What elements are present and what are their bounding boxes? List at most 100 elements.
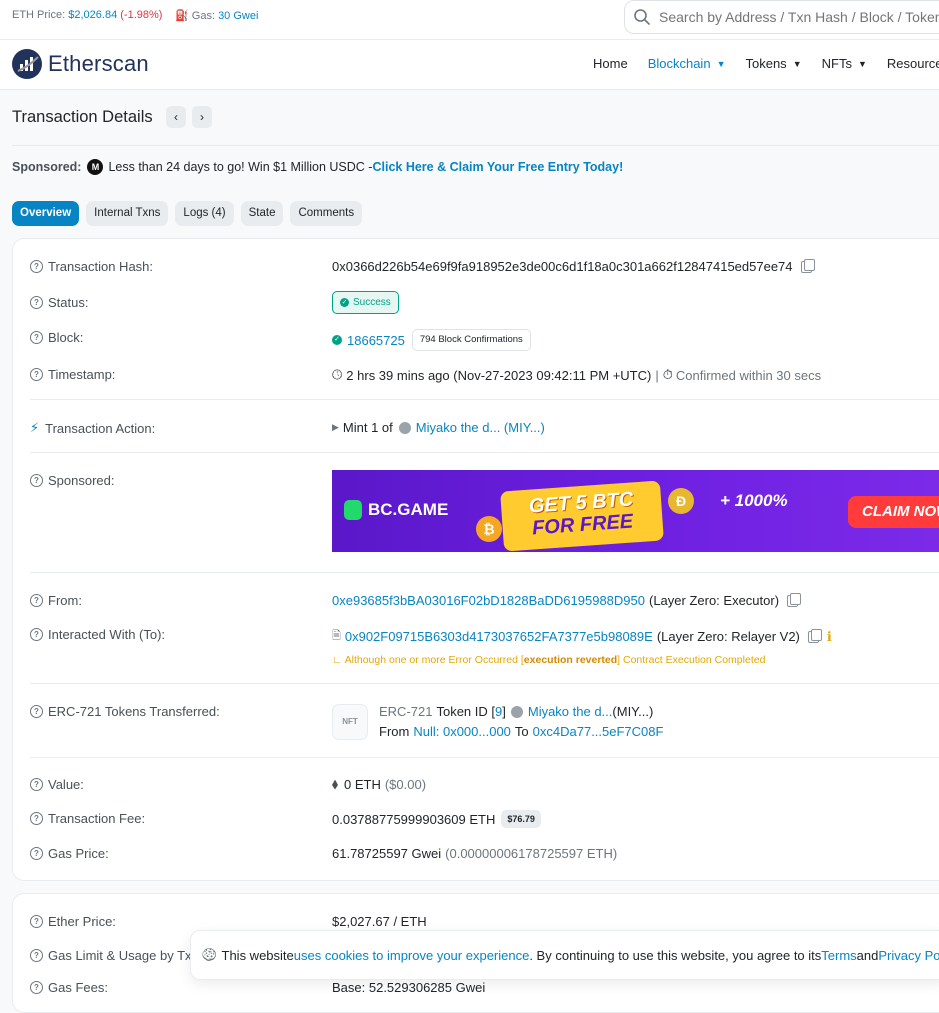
timestamp-confirmed: Confirmed within 30 secs bbox=[675, 367, 822, 383]
sponsored-text: Less than 24 days to go! Win $1 Million … bbox=[108, 160, 373, 174]
erc721-to-label: To bbox=[514, 724, 529, 739]
timestamp-label: ? Timestamp: bbox=[30, 367, 115, 382]
check-circle-icon: ✓ bbox=[332, 335, 342, 345]
from-row: 0xe93685f3bBA03016F02bD1828BaDD6195988D9… bbox=[332, 592, 802, 608]
value-usd: ($0.00) bbox=[384, 777, 427, 792]
help-icon: ? bbox=[30, 847, 43, 860]
ethereum-icon bbox=[332, 779, 338, 790]
cookie-icon: 🍪︎ bbox=[201, 947, 218, 962]
sponsored-label: Sponsored: bbox=[12, 160, 82, 174]
from-label: ? From: bbox=[30, 593, 82, 608]
status-row: ✓ Success bbox=[332, 291, 399, 314]
cookie-policy-link[interactable]: uses cookies to improve your experience bbox=[294, 948, 530, 963]
sponsored-ad-label: ? Sponsored: bbox=[30, 473, 115, 488]
fee-row: 0.03788775999903609 ETH $76.79 bbox=[332, 810, 541, 828]
prev-tx-button[interactable]: ‹ bbox=[166, 106, 186, 128]
block-label: ? Block: bbox=[30, 330, 83, 345]
chevron-left-icon: ‹ bbox=[174, 110, 178, 124]
etherscan-logo-icon bbox=[12, 49, 42, 79]
help-icon: ? bbox=[30, 628, 43, 641]
erc721-token-link[interactable]: Miyako the d... bbox=[528, 704, 613, 719]
value-row: 0 ETH ($0.00) bbox=[332, 777, 426, 792]
erc721-token-id-label: Token ID [ bbox=[436, 704, 495, 719]
search-input[interactable] bbox=[657, 5, 939, 29]
to-address-link[interactable]: 0x902F09715B6303d4173037652FA7377e5b9808… bbox=[345, 629, 653, 644]
bitcoin-coin-icon: ₿ bbox=[476, 516, 502, 542]
erc721-to-link[interactable]: 0xc4Da77...5eF7C08F bbox=[533, 724, 664, 739]
nav-resources[interactable]: Resources bbox=[887, 56, 939, 71]
action-row: ▶ Mint 1 of Miyako the d... (MIY...) bbox=[332, 420, 545, 435]
sponsored-cta-link[interactable]: Click Here & Claim Your Free Entry Today… bbox=[372, 160, 623, 174]
banner-claim-button[interactable]: CLAIM NOW bbox=[848, 496, 939, 528]
gas-price: ⛽ Gas: 30 Gwei bbox=[175, 9, 258, 22]
token-icon bbox=[510, 705, 523, 718]
sponsored-banner[interactable]: BC.GAME ₿ GET 5 BTC FOR FREE Ð + 1000% C… bbox=[332, 470, 939, 552]
help-icon: ? bbox=[30, 778, 43, 791]
erc721-transfer-row: From Null: 0x000...000 To 0xc4Da77...5eF… bbox=[379, 724, 663, 739]
corner-arrow-icon: ∟ bbox=[332, 654, 345, 666]
fee-usd-badge: $76.79 bbox=[501, 810, 541, 828]
action-label: ⚡︎ Transaction Action: bbox=[30, 420, 156, 436]
chevron-down-icon: ▼ bbox=[857, 58, 867, 69]
sponsor-logo-icon: M bbox=[87, 159, 104, 175]
search-box[interactable] bbox=[624, 0, 939, 34]
banner-brand: BC.GAME bbox=[344, 500, 448, 520]
gas-value[interactable]: 30 Gwei bbox=[218, 10, 258, 22]
nav-home[interactable]: Home bbox=[593, 56, 628, 71]
cookie-text: 🍪︎ This website uses cookies to improve … bbox=[201, 947, 939, 963]
tab-logs[interactable]: Logs (4) bbox=[175, 201, 234, 226]
from-address-link[interactable]: 0xe93685f3bBA03016F02bD1828BaDD6195988D9… bbox=[332, 593, 645, 608]
nav-nfts[interactable]: NFTs ▼ bbox=[822, 56, 867, 71]
nav-tokens[interactable]: Tokens ▼ bbox=[745, 56, 801, 71]
ether-price-label: ? Ether Price: bbox=[30, 914, 116, 929]
clock-icon: 🕓︎ bbox=[332, 367, 343, 382]
help-icon: ? bbox=[30, 705, 43, 718]
tab-comments[interactable]: Comments bbox=[290, 201, 363, 226]
tab-overview[interactable]: Overview bbox=[12, 201, 80, 226]
terms-link[interactable]: Terms bbox=[821, 948, 856, 963]
main-header: Etherscan Home Blockchain ▼ Tokens ▼ NFTs ▼… bbox=[0, 40, 939, 90]
help-icon: ? bbox=[30, 594, 43, 607]
erc721-token-id-link[interactable]: 9 bbox=[495, 704, 502, 719]
copy-icon[interactable] bbox=[787, 592, 802, 607]
bcgame-logo-icon bbox=[344, 500, 362, 520]
action-token-link[interactable]: Miyako the d... (MIY...) bbox=[416, 420, 545, 435]
section-divider bbox=[30, 757, 939, 758]
copy-icon[interactable] bbox=[800, 258, 815, 273]
etherscan-logo[interactable]: Etherscan bbox=[12, 49, 149, 79]
block-link[interactable]: 18665725 bbox=[347, 333, 405, 348]
hash-value: 0x0366d226b54e69f9fa918952e3de00c6d1f18a… bbox=[332, 259, 793, 274]
fee-label: ? Transaction Fee: bbox=[30, 811, 145, 826]
block-confirmations-badge: 794 Block Confirmations bbox=[411, 329, 531, 351]
erc721-from-label: From bbox=[379, 724, 410, 739]
erc721-token-id-close: ] bbox=[502, 704, 506, 719]
help-icon: ? bbox=[30, 368, 43, 381]
page-title: Transaction Details bbox=[12, 108, 153, 126]
help-icon: ? bbox=[30, 296, 43, 309]
gas-label: Gas: bbox=[191, 10, 215, 22]
privacy-policy-link[interactable]: Privacy Policy bbox=[878, 948, 939, 963]
top-bar: ETH Price: $2,026.84 (-1.98%) ⛽ Gas: 30 … bbox=[0, 0, 939, 40]
tab-state[interactable]: State bbox=[240, 201, 284, 226]
logo-text: Etherscan bbox=[48, 51, 149, 76]
search-icon bbox=[633, 8, 651, 29]
chevron-down-icon: ▼ bbox=[792, 58, 802, 69]
gas-price-eth: (0.00000006178725597 ETH) bbox=[445, 846, 618, 861]
help-icon: ? bbox=[30, 915, 43, 928]
hash-label: ? Transaction Hash: bbox=[30, 259, 153, 274]
erc721-label: ? ERC-721 Tokens Transferred: bbox=[30, 704, 220, 719]
help-icon: ? bbox=[30, 331, 43, 344]
banner-bonus: + 1000% bbox=[720, 491, 788, 510]
next-tx-button[interactable]: › bbox=[192, 106, 212, 128]
eth-price-value[interactable]: $2,026.84 bbox=[68, 9, 117, 21]
to-label: ? Interacted With (To): bbox=[30, 627, 165, 642]
copy-icon[interactable] bbox=[807, 628, 822, 643]
erc721-from-link[interactable]: Null: 0x000...000 bbox=[413, 724, 511, 739]
eth-price-label: ETH Price: bbox=[12, 9, 66, 21]
nav-blockchain[interactable]: Blockchain ▼ bbox=[648, 56, 726, 71]
block-row: ✓ 18665725 794 Block Confirmations bbox=[332, 329, 531, 351]
section-divider bbox=[30, 399, 939, 400]
tab-internal-txns[interactable]: Internal Txns bbox=[86, 201, 169, 226]
section-divider bbox=[30, 683, 939, 684]
info-icon[interactable]: ℹ bbox=[827, 629, 832, 645]
